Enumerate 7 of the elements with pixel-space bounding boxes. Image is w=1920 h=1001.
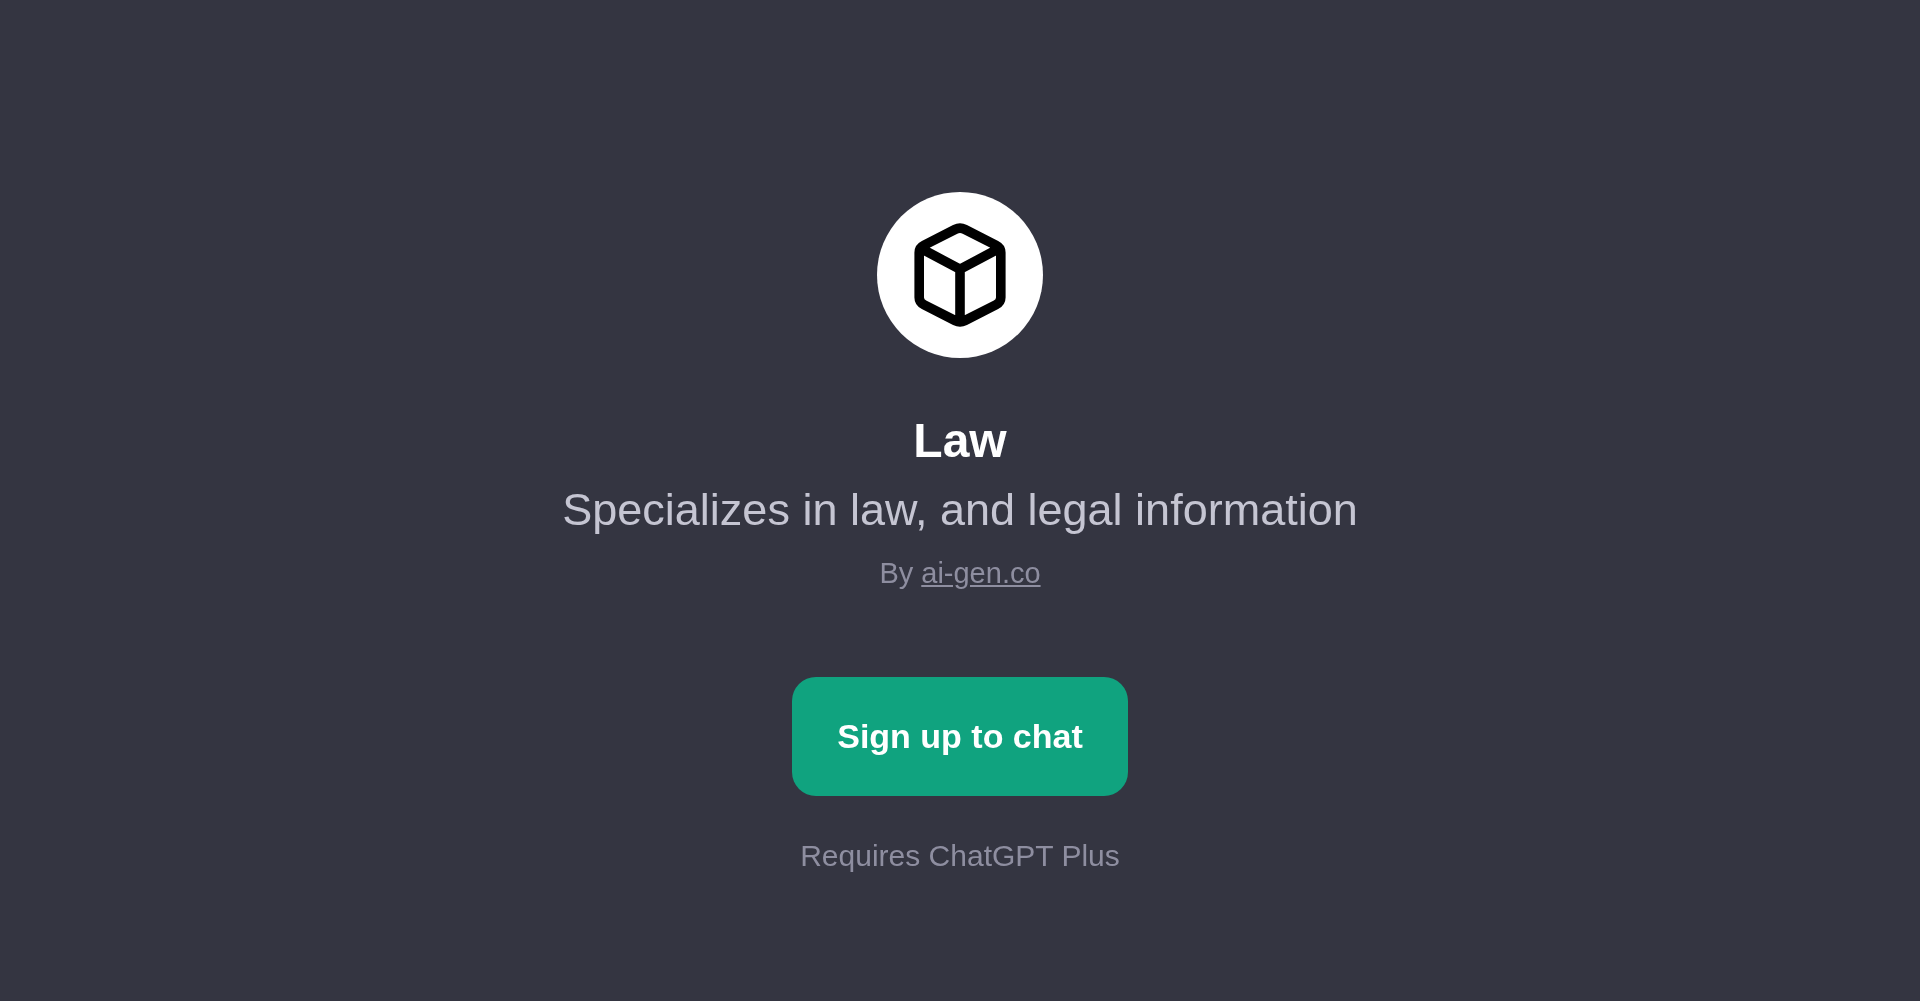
gpt-description: Specializes in law, and legal information	[562, 483, 1358, 537]
requirement-note: Requires ChatGPT Plus	[800, 838, 1120, 874]
gpt-title: Law	[913, 413, 1007, 469]
byline-prefix: By	[879, 556, 914, 591]
author-link[interactable]: ai-gen.co	[921, 555, 1041, 591]
signup-button[interactable]: Sign up to chat	[792, 677, 1128, 796]
cube-logo-icon	[877, 192, 1043, 358]
